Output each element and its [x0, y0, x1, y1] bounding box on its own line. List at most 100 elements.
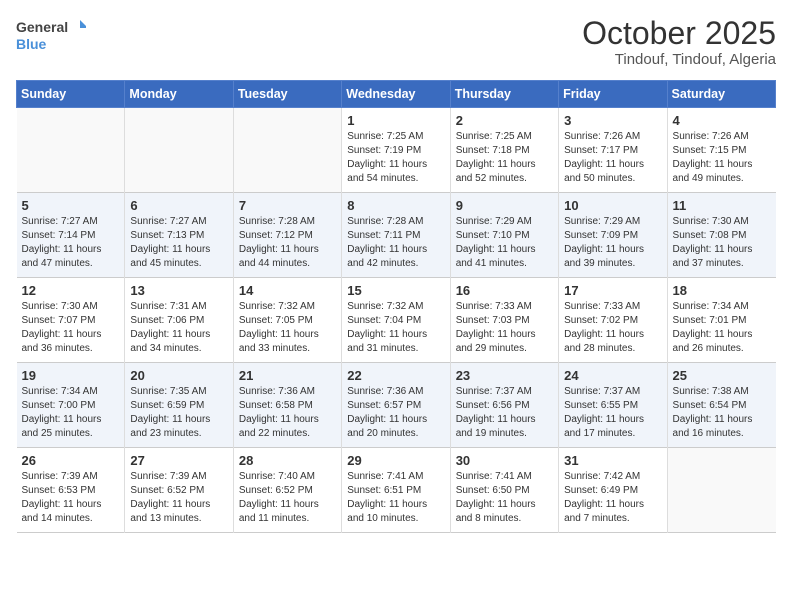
col-saturday: Saturday	[667, 81, 775, 108]
calendar-cell: 10 Sunrise: 7:29 AM Sunset: 7:09 PM Dayli…	[559, 193, 667, 278]
calendar-cell: 31 Sunrise: 7:42 AM Sunset: 6:49 PM Dayli…	[559, 448, 667, 533]
day-info: Sunrise: 7:34 AM Sunset: 7:01 PM Dayligh…	[673, 300, 771, 356]
day-info: Sunrise: 7:38 AM Sunset: 6:54 PM Dayligh…	[673, 385, 771, 441]
day-number: 30	[456, 453, 553, 468]
day-number: 16	[456, 283, 553, 298]
day-number: 12	[22, 283, 120, 298]
svg-text:General: General	[16, 19, 68, 35]
month-title: October 2025	[582, 16, 776, 51]
day-number: 8	[347, 198, 444, 213]
day-number: 10	[564, 198, 661, 213]
calendar-cell: 24Sunrise: 7:37 AM Sunset: 6:55 PM Dayli…	[559, 363, 667, 448]
calendar-cell: 23 Sunrise: 7:37 AM Sunset: 6:56 PM Dayli…	[450, 363, 558, 448]
day-number: 18	[673, 283, 771, 298]
day-info: Sunrise: 7:27 AM Sunset: 7:13 PM Dayligh…	[130, 215, 227, 271]
day-info: Sunrise: 7:33 AM Sunset: 7:02 PM Dayligh…	[564, 300, 661, 356]
calendar-week-row: 26 Sunrise: 7:39 AM Sunset: 6:53 PM Dayli…	[17, 448, 776, 533]
day-number: 31	[564, 453, 661, 468]
day-info: Sunrise: 7:26 AM Sunset: 7:17 PM Dayligh…	[564, 130, 661, 186]
day-number: 1	[347, 113, 444, 128]
day-number: 2	[456, 113, 553, 128]
day-number: 9	[456, 198, 553, 213]
calendar-cell: 18 Sunrise: 7:34 AM Sunset: 7:01 PM Dayli…	[667, 278, 775, 363]
calendar-cell: 14 Sunrise: 7:32 AM Sunset: 7:05 PM Dayli…	[233, 278, 341, 363]
calendar-cell: 16 Sunrise: 7:33 AM Sunset: 7:03 PM Dayli…	[450, 278, 558, 363]
day-number: 27	[130, 453, 227, 468]
day-number: 4	[673, 113, 771, 128]
day-info: Sunrise: 7:26 AM Sunset: 7:15 PM Dayligh…	[673, 130, 771, 186]
day-number: 11	[673, 198, 771, 213]
day-info: Sunrise: 7:30 AM Sunset: 7:07 PM Dayligh…	[22, 300, 120, 356]
day-number: 3	[564, 113, 661, 128]
logo: General Blue	[16, 16, 86, 58]
calendar-week-row: 19 Sunrise: 7:34 AM Sunset: 7:00 PM Dayli…	[17, 363, 776, 448]
calendar-week-row: 12 Sunrise: 7:30 AM Sunset: 7:07 PM Dayli…	[17, 278, 776, 363]
calendar-cell: 30 Sunrise: 7:41 AM Sunset: 6:50 PM Dayli…	[450, 448, 558, 533]
calendar-cell: 20 Sunrise: 7:35 AM Sunset: 6:59 PM Dayli…	[125, 363, 233, 448]
day-info: Sunrise: 7:29 AM Sunset: 7:09 PM Dayligh…	[564, 215, 661, 271]
day-info: Sunrise: 7:42 AM Sunset: 6:49 PM Dayligh…	[564, 470, 661, 526]
calendar-cell: 5 Sunrise: 7:27 AM Sunset: 7:14 PM Daylig…	[17, 193, 125, 278]
calendar-week-row: 1 Sunrise: 7:25 AM Sunset: 7:19 PM Daylig…	[17, 108, 776, 193]
logo-svg: General Blue	[16, 16, 86, 58]
day-info: Sunrise: 7:28 AM Sunset: 7:11 PM Dayligh…	[347, 215, 444, 271]
day-number: 23	[456, 368, 553, 383]
day-info: Sunrise: 7:37 AM Sunset: 6:55 PM Dayligh…	[564, 385, 661, 441]
day-info: Sunrise: 7:31 AM Sunset: 7:06 PM Dayligh…	[130, 300, 227, 356]
calendar-cell: 22 Sunrise: 7:36 AM Sunset: 6:57 PM Dayli…	[342, 363, 450, 448]
day-number: 5	[22, 198, 120, 213]
title-block: October 2025 Tindouf, Tindouf, Algeria	[582, 16, 776, 68]
day-info: Sunrise: 7:39 AM Sunset: 6:53 PM Dayligh…	[22, 470, 120, 526]
calendar-cell: 7 Sunrise: 7:28 AM Sunset: 7:12 PM Daylig…	[233, 193, 341, 278]
calendar-cell: 3 Sunrise: 7:26 AM Sunset: 7:17 PM Daylig…	[559, 108, 667, 193]
day-info: Sunrise: 7:41 AM Sunset: 6:50 PM Dayligh…	[456, 470, 553, 526]
day-info: Sunrise: 7:33 AM Sunset: 7:03 PM Dayligh…	[456, 300, 553, 356]
day-info: Sunrise: 7:35 AM Sunset: 6:59 PM Dayligh…	[130, 385, 227, 441]
calendar-cell: 13 Sunrise: 7:31 AM Sunset: 7:06 PM Dayli…	[125, 278, 233, 363]
day-info: Sunrise: 7:32 AM Sunset: 7:05 PM Dayligh…	[239, 300, 336, 356]
calendar-cell: 29 Sunrise: 7:41 AM Sunset: 6:51 PM Dayli…	[342, 448, 450, 533]
day-number: 14	[239, 283, 336, 298]
calendar-cell: 27 Sunrise: 7:39 AM Sunset: 6:52 PM Dayli…	[125, 448, 233, 533]
day-info: Sunrise: 7:34 AM Sunset: 7:00 PM Dayligh…	[22, 385, 120, 441]
calendar-cell: 15 Sunrise: 7:32 AM Sunset: 7:04 PM Dayli…	[342, 278, 450, 363]
calendar-cell: 21Sunrise: 7:36 AM Sunset: 6:58 PM Dayli…	[233, 363, 341, 448]
day-info: Sunrise: 7:39 AM Sunset: 6:52 PM Dayligh…	[130, 470, 227, 526]
calendar-cell: 11Sunrise: 7:30 AM Sunset: 7:08 PM Dayli…	[667, 193, 775, 278]
calendar-cell	[125, 108, 233, 193]
day-info: Sunrise: 7:32 AM Sunset: 7:04 PM Dayligh…	[347, 300, 444, 356]
day-number: 13	[130, 283, 227, 298]
col-tuesday: Tuesday	[233, 81, 341, 108]
day-number: 29	[347, 453, 444, 468]
day-number: 28	[239, 453, 336, 468]
day-info: Sunrise: 7:27 AM Sunset: 7:14 PM Dayligh…	[22, 215, 120, 271]
day-number: 20	[130, 368, 227, 383]
day-number: 15	[347, 283, 444, 298]
page-container: General Blue October 2025 Tindouf, Tindo…	[0, 0, 792, 543]
calendar-cell: 8 Sunrise: 7:28 AM Sunset: 7:11 PM Daylig…	[342, 193, 450, 278]
calendar-cell: 19 Sunrise: 7:34 AM Sunset: 7:00 PM Dayli…	[17, 363, 125, 448]
day-info: Sunrise: 7:36 AM Sunset: 6:57 PM Dayligh…	[347, 385, 444, 441]
calendar-week-row: 5 Sunrise: 7:27 AM Sunset: 7:14 PM Daylig…	[17, 193, 776, 278]
day-info: Sunrise: 7:25 AM Sunset: 7:18 PM Dayligh…	[456, 130, 553, 186]
col-wednesday: Wednesday	[342, 81, 450, 108]
day-number: 7	[239, 198, 336, 213]
day-number: 17	[564, 283, 661, 298]
calendar-cell	[233, 108, 341, 193]
day-info: Sunrise: 7:28 AM Sunset: 7:12 PM Dayligh…	[239, 215, 336, 271]
calendar-table: Sunday Monday Tuesday Wednesday Thursday…	[16, 80, 776, 533]
day-info: Sunrise: 7:29 AM Sunset: 7:10 PM Dayligh…	[456, 215, 553, 271]
day-info: Sunrise: 7:36 AM Sunset: 6:58 PM Dayligh…	[239, 385, 336, 441]
day-info: Sunrise: 7:41 AM Sunset: 6:51 PM Dayligh…	[347, 470, 444, 526]
day-number: 22	[347, 368, 444, 383]
day-number: 26	[22, 453, 120, 468]
day-info: Sunrise: 7:37 AM Sunset: 6:56 PM Dayligh…	[456, 385, 553, 441]
col-thursday: Thursday	[450, 81, 558, 108]
calendar-cell: 1 Sunrise: 7:25 AM Sunset: 7:19 PM Daylig…	[342, 108, 450, 193]
calendar-cell: 2 Sunrise: 7:25 AM Sunset: 7:18 PM Daylig…	[450, 108, 558, 193]
day-info: Sunrise: 7:25 AM Sunset: 7:19 PM Dayligh…	[347, 130, 444, 186]
calendar-header-row: Sunday Monday Tuesday Wednesday Thursday…	[17, 81, 776, 108]
calendar-cell	[667, 448, 775, 533]
calendar-cell: 26 Sunrise: 7:39 AM Sunset: 6:53 PM Dayli…	[17, 448, 125, 533]
day-number: 19	[22, 368, 120, 383]
